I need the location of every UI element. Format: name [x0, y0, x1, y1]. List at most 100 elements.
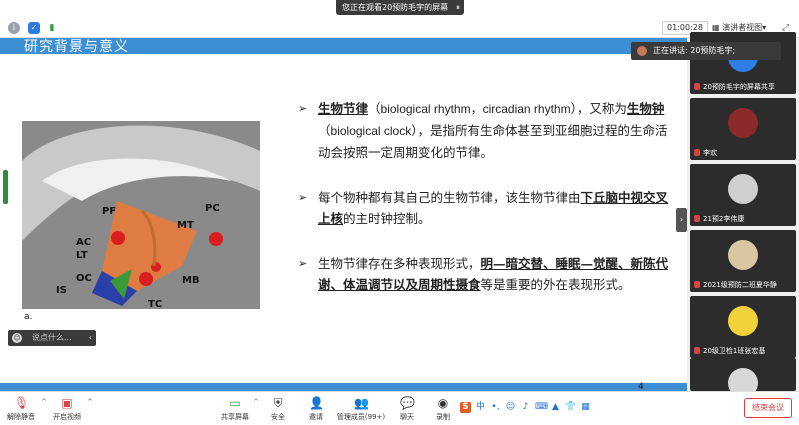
ime-shirt-icon[interactable]: 👕 — [565, 402, 576, 413]
slide-header-band: 研究背景与意义 — [0, 38, 687, 55]
chevron-up-icon[interactable]: ^ — [253, 398, 259, 406]
nucleus-dot — [209, 232, 223, 246]
manage-members-label: 管理成员(99+) — [336, 413, 386, 421]
security-label: 安全 — [271, 413, 285, 421]
slide-page-number: 4 — [638, 382, 644, 391]
unmute-button[interactable]: 🎙 解除静音 ^ — [4, 396, 47, 424]
mic-muted-icon — [694, 215, 700, 222]
record-icon: ◉ — [437, 396, 449, 410]
bullet-text-part: 生物钟 — [626, 101, 665, 116]
unmute-label: 解除静音 — [7, 413, 35, 421]
nucleus-dot — [151, 262, 161, 272]
speaker-avatar — [637, 46, 647, 56]
label-lt: LT — [76, 250, 88, 261]
arrow-bullet-icon: ➢ — [298, 191, 308, 204]
ime-mode-icon[interactable]: 中 — [475, 402, 486, 413]
ime-voice-icon[interactable]: ♪ — [520, 402, 531, 413]
ime-menu-icon[interactable]: ▦ — [580, 402, 591, 413]
participant-tile[interactable] — [690, 358, 796, 391]
smile-icon: ☺ — [12, 333, 22, 343]
slide-title: 研究背景与意义 — [24, 39, 129, 55]
left-scroll-handle[interactable] — [3, 170, 8, 204]
bullet-text-part: 生物节律存在多种表现形式， — [318, 256, 481, 271]
info-icon[interactable]: i — [8, 22, 20, 34]
avatar — [728, 368, 758, 391]
meeting-window: 您正在观看20预防毛宇的屏幕 ⏸ i ✓ ▮ 01:00:28 ▦ 演讲者视图▾… — [0, 0, 799, 425]
shield-icon[interactable]: ✓ — [28, 22, 40, 34]
label-mb: MB — [182, 275, 200, 286]
mic-muted-icon — [694, 83, 700, 90]
collapse-chat-icon[interactable]: ‹ — [89, 330, 92, 346]
ime-skin-icon[interactable]: ▲ — [550, 402, 561, 413]
share-screen-button[interactable]: ▭ 共享屏幕 ^ — [220, 396, 259, 424]
bullet-item: ➢ 每个物种都有其自己的生物节律，该生物节律由下丘脑中视交叉上核的主时钟控制。 — [298, 187, 678, 229]
sharing-banner-text: 您正在观看20预防毛宇的屏幕 — [342, 3, 449, 12]
label-oc: OC — [76, 273, 92, 284]
bullet-text-part: 的主时钟控制。 — [343, 211, 431, 226]
invite-label: 邀请 — [309, 413, 323, 421]
chat-button[interactable]: 💬 聊天 — [396, 396, 418, 424]
security-button[interactable]: ⛨ 安全 — [266, 396, 290, 424]
share-screen-label: 共享屏幕 — [221, 413, 249, 421]
arrow-bullet-icon: ➢ — [298, 102, 308, 115]
start-video-button[interactable]: ▣ 开启视频 ^ — [50, 396, 93, 424]
meeting-toolbar: 🎙 解除静音 ^ ▣ 开启视频 ^ ▭ 共享屏幕 ^ ⛨ 安全 👤 邀请 👥 管… — [0, 391, 799, 425]
view-mode-label: 演讲者视图 — [722, 23, 763, 32]
brain-diagram: PF MT PC AC LT OC IS MB TC — [22, 121, 260, 309]
record-button[interactable]: ◉ 录制 — [432, 396, 454, 424]
participant-name: 21预2李伟康 — [703, 215, 745, 223]
pause-icon[interactable]: ⏸ — [456, 0, 460, 15]
camera-off-icon: ▣ — [61, 396, 73, 410]
label-pc: PC — [205, 203, 220, 214]
manage-members-button[interactable]: 👥 管理成员(99+) — [336, 396, 386, 424]
label-ac: AC — [76, 237, 91, 248]
collapse-panel-icon[interactable]: › — [676, 208, 687, 232]
bullet-text-part: 生物节律 — [318, 101, 369, 116]
chevron-up-icon[interactable]: ^ — [87, 398, 93, 406]
mic-muted-icon — [694, 281, 700, 288]
participant-name: 20预防毛宇的屏幕共享 — [703, 83, 775, 91]
end-meeting-button[interactable]: 结束会议 — [744, 398, 792, 418]
bullet-text-part: biological rhythm，circadian rhythm — [380, 102, 571, 116]
members-icon: 👥 — [354, 396, 369, 410]
figure-label: a. — [24, 312, 33, 322]
chat-input-hint[interactable]: ☺ 说点什么... ‹ — [8, 330, 96, 346]
participant-tile[interactable]: 李欢 — [690, 98, 796, 160]
label-pf: PF — [102, 206, 116, 217]
participant-tile[interactable]: 21预2李伟康 — [690, 164, 796, 226]
label-is: IS — [56, 285, 67, 296]
shield-icon: ⛨ — [273, 396, 283, 410]
chat-icon: 💬 — [400, 396, 415, 410]
participant-tile[interactable]: 2021级预防二班夏华静 — [690, 230, 796, 292]
avatar — [728, 306, 758, 336]
sogou-logo-icon[interactable]: S — [460, 402, 471, 413]
avatar — [728, 240, 758, 270]
top-bar: 您正在观看20预防毛宇的屏幕 ⏸ — [0, 0, 799, 18]
sharing-banner[interactable]: 您正在观看20预防毛宇的屏幕 ⏸ — [336, 0, 464, 15]
ime-emoji-icon[interactable]: ☺ — [505, 402, 516, 413]
speaking-indicator: 正在讲话: 20预防毛宇; — [631, 42, 781, 60]
bullet-item: ➢ 生物节律存在多种表现形式，明—暗交替、睡眠—觉醒、新陈代谢、体温调节以及周期性… — [298, 253, 678, 295]
signal-icon[interactable]: ▮ — [46, 22, 58, 34]
nucleus-dot — [139, 272, 153, 286]
slide-footer-band — [0, 383, 687, 391]
mic-muted-icon — [694, 149, 700, 156]
bullet-text-part: （ — [318, 123, 331, 138]
ime-keyboard-icon[interactable]: ⌨ — [535, 402, 548, 413]
bullet-text-part: biological clock — [330, 124, 412, 138]
participant-tile[interactable]: 20级卫检1班张宏基 — [690, 296, 796, 358]
chevron-up-icon[interactable]: ^ — [41, 398, 47, 406]
record-label: 录制 — [436, 413, 450, 421]
mic-muted-icon — [694, 347, 700, 354]
invite-button[interactable]: 👤 邀请 — [304, 396, 328, 424]
avatar — [728, 108, 758, 138]
ime-punct-icon[interactable]: •, — [490, 402, 501, 413]
bullet-list: ➢ 生物节律（biological rhythm，circadian rhythm… — [298, 98, 678, 319]
bullet-text-part: 每个物种都有其自己的生物节律，该生物节律由 — [318, 190, 581, 205]
bullet-item: ➢ 生物节律（biological rhythm，circadian rhythm… — [298, 98, 678, 163]
mic-off-icon: 🎙 — [14, 396, 30, 410]
status-bar: i ✓ ▮ 01:00:28 ▦ 演讲者视图▾ ⤢ — [0, 18, 799, 38]
bullet-text-part: （ — [368, 101, 381, 116]
ime-toolbar: S 中 •, ☺ ♪ ⌨ ▲ 👕 ▦ — [460, 402, 591, 418]
participant-name: 2021级预防二班夏华静 — [703, 281, 777, 289]
